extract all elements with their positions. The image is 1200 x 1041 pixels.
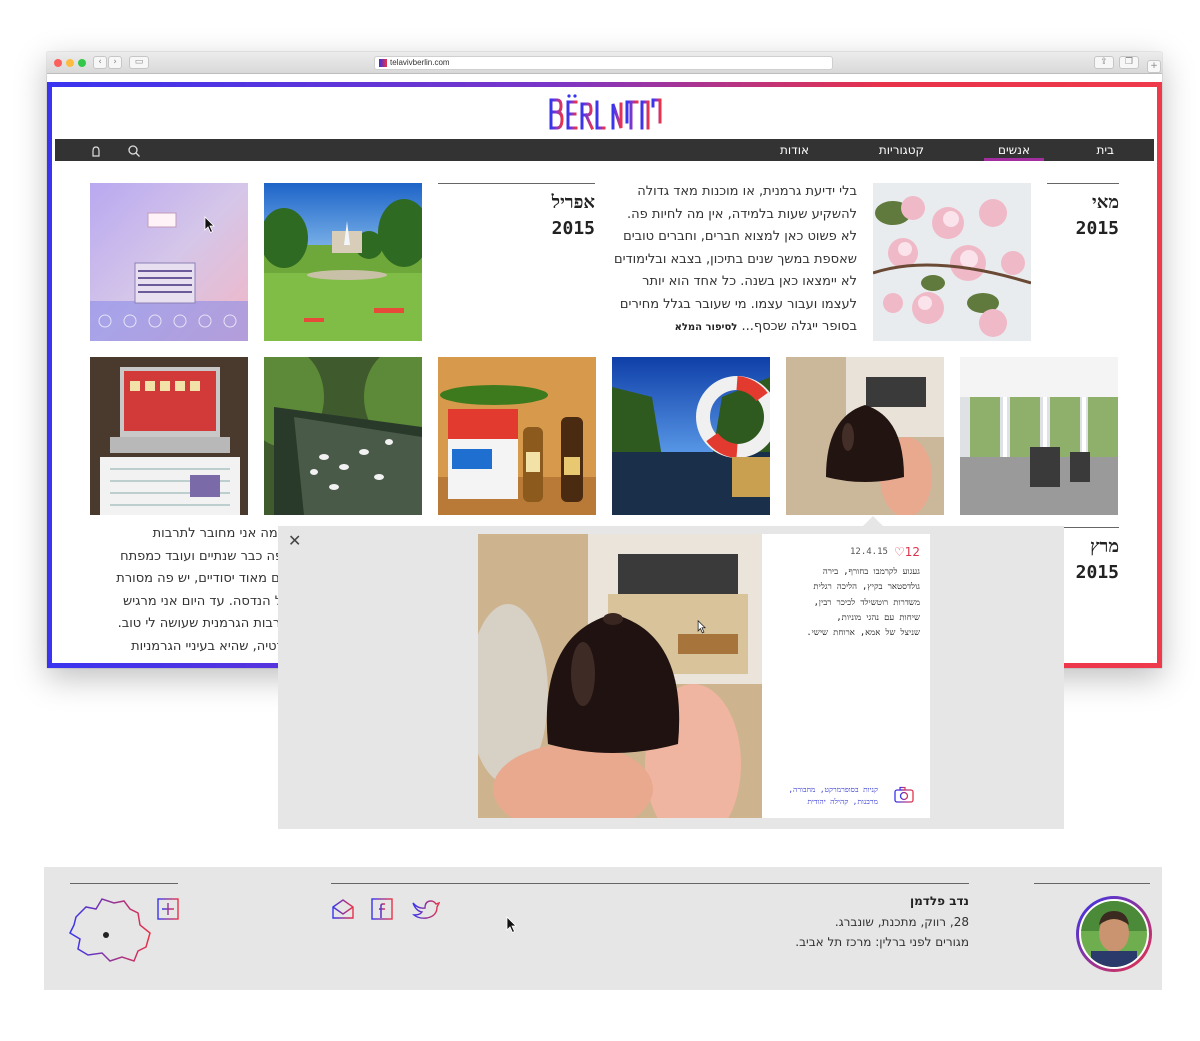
story-line: רמנים מאוד יסודיים, יש פה מסורת	[116, 571, 304, 586]
story-line: אני פה כבר שנתיים ועובד כמפתח	[120, 548, 304, 564]
month-april: אפריל 2015	[438, 190, 595, 242]
main-nav: בית אנשים קטגוריות אודות	[55, 139, 1154, 161]
camera-icon[interactable]	[894, 786, 914, 804]
photo-canal-swans[interactable]	[264, 357, 422, 515]
add-button[interactable]	[157, 898, 179, 920]
post-text: געגוע לקרמבו בחורף, בירה גולדסטאר בקיץ, …	[770, 565, 920, 641]
nav-home[interactable]: בית	[1096, 139, 1114, 161]
story-line: שאספת במשך שנים בתיכון, בצבא ובלימודים	[614, 251, 857, 267]
story-line: לא פשוט כאן למצוא חברים, וחברים טובים	[623, 229, 857, 244]
profile-name: נדב פלדמן	[910, 894, 969, 908]
post-text-line: שיחות עם נהגי מוניות,	[836, 612, 920, 623]
mouse-cursor	[204, 216, 215, 234]
story-line: רוקרטיה, שהיא בעיניי הגרמניות	[131, 638, 304, 654]
mouse-cursor	[697, 620, 707, 634]
month-may-name: מאי	[1092, 192, 1119, 213]
photo-laptop-desk[interactable]	[90, 357, 248, 515]
post-tags-line: מרבנות, קהילה יהודית	[807, 797, 878, 806]
april-rule	[438, 183, 595, 184]
footer-rule-left	[70, 883, 178, 884]
post-date: 12.4.15	[850, 547, 888, 557]
search-icon[interactable]	[127, 143, 141, 157]
photo-blossoms[interactable]	[873, 183, 1031, 341]
user-icon[interactable]	[89, 143, 103, 157]
story-line: בסופר ייגלה שכסף...	[741, 319, 857, 334]
popup-pointer	[863, 516, 883, 526]
zoom-window-button[interactable]	[78, 59, 86, 67]
popup-details: ♡12 12.4.15 געגוע לקרמבו בחורף, בירה גול…	[762, 534, 930, 818]
month-may-year: 2015	[1075, 218, 1119, 239]
minimize-window-button[interactable]	[66, 59, 74, 67]
month-april-name: אפריל	[551, 192, 595, 213]
new-tab-icon[interactable]: +	[1147, 60, 1161, 73]
avatar-photo	[1079, 899, 1149, 969]
story-line: לעצמו ועבור עצמו. מי שעובר בגלל מחירים	[619, 296, 857, 312]
share-icon[interactable]: ⇪	[1094, 56, 1114, 69]
frame-right-bar	[1157, 82, 1162, 668]
address-bar[interactable]: telavivberlin.com	[374, 56, 833, 70]
post-text-line: געגוע לקרמבו בחורף, בירה	[822, 567, 920, 577]
heart-icon[interactable]: ♡	[894, 545, 905, 559]
footer-rule-middle	[331, 883, 969, 884]
photo-chocolate-kiss[interactable]	[786, 357, 944, 515]
may-rule	[1047, 183, 1119, 184]
page: ‹ › ▭ telavivberlin.com ⇪ ❐ + בית אנשים …	[0, 0, 1200, 1041]
month-april-year: 2015	[551, 218, 595, 239]
berlin-map-icon	[68, 895, 154, 965]
url-text: telavivberlin.com	[390, 58, 450, 67]
march-story: עד כמה אני מחובר לתרבות אני פה כבר שנתיי…	[90, 523, 304, 658]
site-logo[interactable]	[547, 92, 663, 132]
facebook-icon[interactable]	[370, 897, 394, 921]
photo-gym[interactable]	[960, 357, 1118, 515]
profile-details: 28, רווק, מתכנת, שונברג.	[834, 915, 969, 929]
story-last-line: בסופר ייגלה שכסף... לסיפור המלא	[609, 316, 857, 340]
popup-photo-chocolate-kiss	[478, 534, 762, 818]
browser-toolbar: ‹ › ▭ telavivberlin.com ⇪ ❐ +	[47, 52, 1162, 74]
nav-people[interactable]: אנשים	[984, 139, 1044, 161]
frame-left-bar	[47, 82, 52, 668]
close-icon[interactable]: ✕	[288, 533, 301, 549]
story-line: ו בתרבות הגרמנית שעושה לי טוב.	[117, 616, 304, 631]
likes-count[interactable]: ♡12	[894, 545, 920, 559]
month-may: מאי 2015	[1047, 190, 1119, 242]
post-text-line: משדרות רוטשילד לכיכר רבין,	[813, 597, 920, 608]
story-line: בלי ידיעת גרמנית, או מוכנות מאד גדולה	[637, 184, 857, 199]
forward-button[interactable]: ›	[108, 56, 122, 69]
photo-magazine-beer[interactable]	[438, 357, 596, 515]
profile-origin: מגורים לפני ברלין: מרכז תל אביב.	[795, 935, 969, 949]
post-text-line: גולדסטאר בקיץ, הליכה רגלית	[813, 582, 920, 593]
nav-about[interactable]: אודות	[780, 139, 809, 161]
story-line: לא יימצאו כאן בשנה. כל אחד הוא יותר	[642, 274, 857, 289]
close-window-button[interactable]	[54, 59, 62, 67]
twitter-icon[interactable]	[410, 897, 441, 921]
footer-rule-right	[1034, 883, 1150, 884]
profile-footer: נדב פלדמן 28, רווק, מתכנת, שונברג. מגורי…	[44, 867, 1162, 990]
mouse-cursor	[506, 916, 517, 934]
read-more-link[interactable]: לסיפור המלא	[675, 322, 738, 333]
logo-mark	[549, 94, 662, 130]
back-button[interactable]: ‹	[93, 56, 107, 69]
post-text-line: שניצל של אמא, ארוחת שישי.	[806, 628, 920, 639]
post-tags-line: קניות בסופרמרקט, מחבורה,	[788, 785, 878, 794]
story-line: להשקיע שעות בלמידה, אין מה לחיות פה.	[626, 206, 857, 222]
post-tags[interactable]: קניות בסופרמרקט, מחבורה, מרבנות, קהילה י…	[774, 784, 878, 808]
avatar[interactable]	[1076, 896, 1152, 972]
favicon	[379, 59, 387, 67]
nav-categories[interactable]: קטגוריות	[879, 139, 924, 161]
photo-park-fountain[interactable]	[264, 183, 422, 341]
may-story: בלי ידיעת גרמנית, או מוכנות מאד גדולה לה…	[609, 181, 857, 340]
photo-cassettes[interactable]	[90, 183, 248, 341]
frame-top-gradient	[47, 82, 1162, 87]
likes-value: 12	[904, 545, 920, 559]
photo-popup: ✕ ♡12 12.4.15 געגוע לקרמבו בחורף, בירה ג…	[278, 526, 1064, 829]
sidebar-toggle-icon[interactable]: ▭	[129, 56, 149, 69]
story-line: ח של הנדסה. עד היום אני מרגיש	[123, 593, 304, 609]
tabs-icon[interactable]: ❐	[1119, 56, 1139, 69]
story-line: עד כמה אני מחובר לתרבות	[152, 526, 304, 541]
mail-icon[interactable]	[331, 897, 355, 921]
photo-lifebuoy[interactable]	[612, 357, 770, 515]
